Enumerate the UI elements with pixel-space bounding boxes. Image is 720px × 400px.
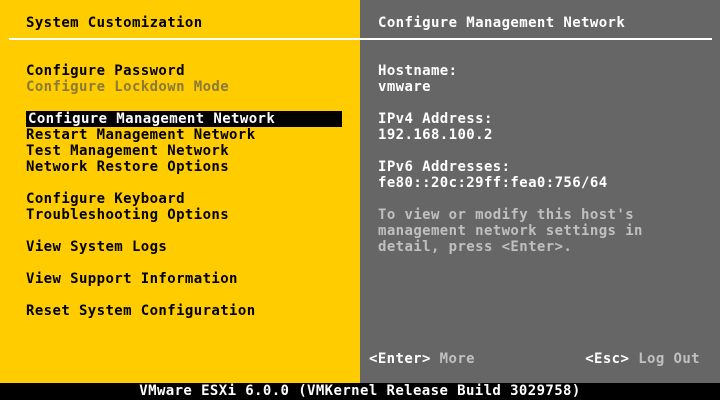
menu-item-network-restore-options[interactable]: Network Restore Options <box>26 159 229 175</box>
system-customization-panel: System Customization Configure Password … <box>0 0 360 383</box>
description-line-1: To view or modify this host's <box>378 207 635 223</box>
hostname-value: vmware <box>378 79 431 95</box>
esc-logout-hint[interactable]: <Esc> Log Out <box>585 351 700 367</box>
right-header-divider <box>360 38 712 40</box>
menu-item-view-system-logs[interactable]: View System Logs <box>26 239 167 255</box>
menu-item-test-management-network[interactable]: Test Management Network <box>26 143 229 159</box>
ipv4-value: 192.168.100.2 <box>378 127 493 143</box>
ipv6-value: fe80::20c:29ff:fea0:756/64 <box>378 175 608 191</box>
menu-item-configure-lockdown-mode[interactable]: Configure Lockdown Mode <box>26 79 229 95</box>
right-panel-title: Configure Management Network <box>378 15 626 31</box>
left-header-divider <box>9 38 360 40</box>
left-panel-title: System Customization <box>26 15 203 31</box>
menu-item-view-support-information[interactable]: View Support Information <box>26 271 238 287</box>
menu-item-configure-keyboard[interactable]: Configure Keyboard <box>26 191 185 207</box>
description-line-3: detail, press <Enter>. <box>378 239 573 255</box>
menu-item-troubleshooting-options[interactable]: Troubleshooting Options <box>26 207 229 223</box>
menu-item-configure-management-network[interactable]: Configure Management Network <box>26 111 342 127</box>
menu-item-reset-system-configuration[interactable]: Reset System Configuration <box>26 303 256 319</box>
menu-item-configure-password[interactable]: Configure Password <box>26 63 185 79</box>
logout-action-label: Log Out <box>638 351 700 367</box>
hostname-label: Hostname: <box>378 63 458 79</box>
enter-more-hint[interactable]: <Enter> More <box>369 351 475 367</box>
menu-item-restart-management-network[interactable]: Restart Management Network <box>26 127 256 143</box>
esxi-dcui-screen: System Customization Configure Password … <box>0 0 720 400</box>
ipv4-label: IPv4 Address: <box>378 111 493 127</box>
enter-key-label: <Enter> <box>369 351 431 367</box>
more-action-label: More <box>439 351 475 367</box>
ipv6-label: IPv6 Addresses: <box>378 159 511 175</box>
esc-key-label: <Esc> <box>585 351 630 367</box>
version-status-bar: VMware ESXi 6.0.0 (VMKernel Release Buil… <box>0 383 720 400</box>
management-network-info-panel: Configure Management Network Hostname: v… <box>360 0 720 383</box>
description-line-2: management network settings in <box>378 223 643 239</box>
